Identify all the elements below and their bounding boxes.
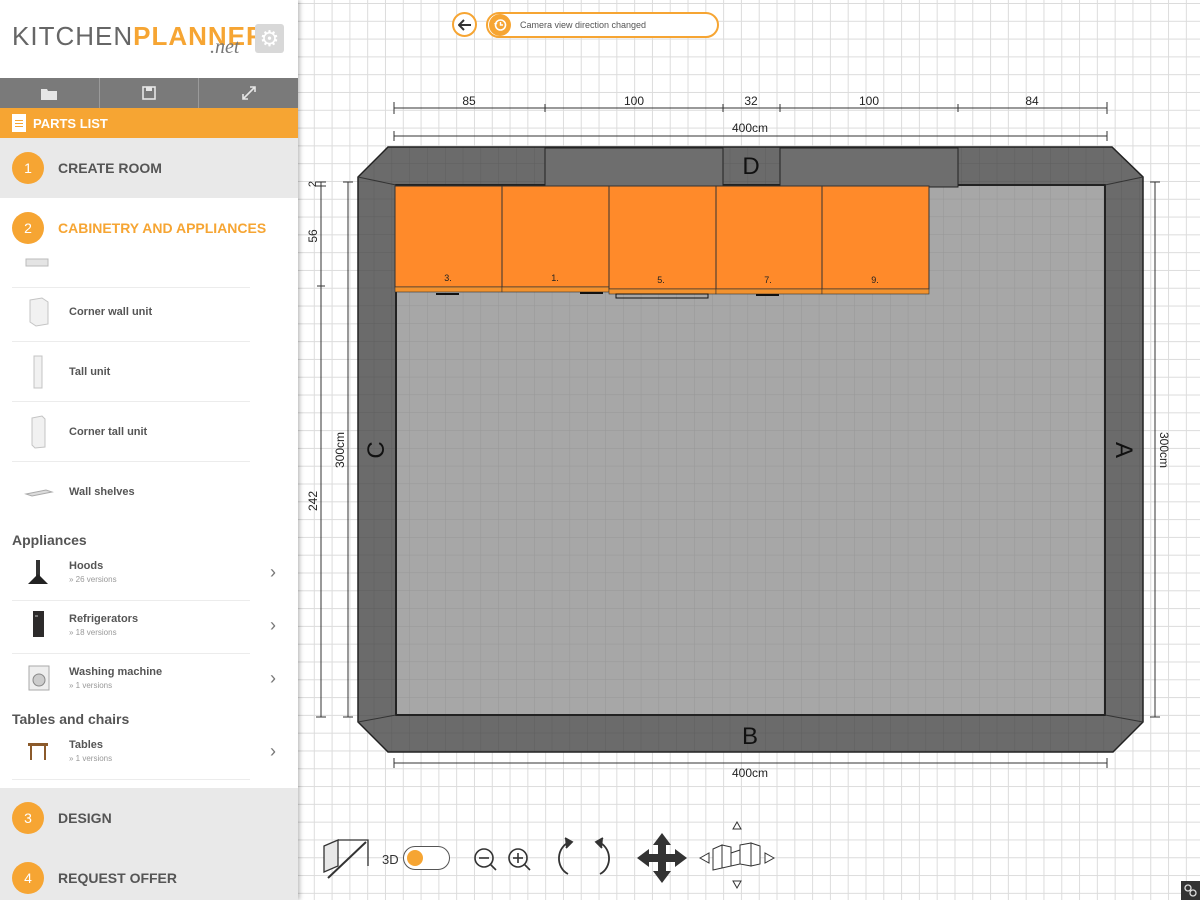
sidebar: KITCHENPLANNER .net ⚙ PARTS LIST 1 CREAT… bbox=[0, 0, 298, 900]
arrow-left-icon bbox=[457, 18, 471, 31]
item-name: Hoods bbox=[69, 560, 104, 572]
corner-wall-unit-icon bbox=[29, 297, 49, 327]
save-icon bbox=[142, 86, 156, 100]
item-name: Refrigerators bbox=[69, 613, 139, 625]
section-heading-appliances: Appliances bbox=[12, 532, 87, 548]
toggle-knob bbox=[407, 850, 423, 866]
step-cabinetry-appliances[interactable]: 2 CABINETRY AND APPLIANCES bbox=[0, 198, 298, 258]
history-icon[interactable] bbox=[489, 14, 511, 36]
step-number: 4 bbox=[12, 862, 44, 894]
sidebar-toolbar bbox=[0, 78, 298, 108]
save-button[interactable] bbox=[100, 78, 200, 108]
step-number: 1 bbox=[12, 152, 44, 184]
parts-list-button[interactable]: PARTS LIST bbox=[0, 108, 298, 138]
refrigerator-icon bbox=[33, 611, 44, 637]
step-request-offer[interactable]: 4 REQUEST OFFER bbox=[0, 848, 298, 900]
step-label: CREATE ROOM bbox=[58, 160, 162, 176]
list-item-refrigerators[interactable]: Refrigerators » 18 versions › bbox=[0, 601, 298, 654]
corner-tall-unit-icon bbox=[31, 415, 46, 449]
list-item-corner-wall-unit[interactable]: Corner wall unit bbox=[0, 282, 298, 342]
tall-unit-icon bbox=[33, 355, 43, 389]
toggle-3d-switch[interactable] bbox=[403, 846, 450, 870]
step-label: REQUEST OFFER bbox=[58, 870, 178, 886]
parts-catalog: Corner wall unit Tall unit Corner tall u… bbox=[0, 258, 298, 788]
folder-icon bbox=[41, 88, 58, 100]
chevron-right-icon[interactable]: › bbox=[270, 741, 276, 762]
undo-back-button[interactable] bbox=[452, 12, 477, 37]
chevron-right-icon[interactable]: › bbox=[270, 562, 276, 583]
chevron-right-icon[interactable]: › bbox=[270, 668, 276, 689]
list-item-tables[interactable]: Tables » 1 versions › bbox=[0, 727, 298, 780]
logo-net: .net bbox=[210, 36, 240, 58]
item-name: Tall unit bbox=[69, 366, 111, 378]
item-versions: » 18 versions bbox=[69, 628, 117, 637]
expand-icon bbox=[241, 86, 256, 100]
step-label: CABINETRY AND APPLIANCES bbox=[58, 220, 267, 236]
item-versions: » 1 versions bbox=[69, 754, 113, 763]
list-item-hoods[interactable]: Hoods » 26 versions › bbox=[0, 548, 298, 601]
list-item-washing-machine[interactable]: Washing machine » 1 versions › bbox=[0, 654, 298, 707]
step-create-room[interactable]: 1 CREATE ROOM bbox=[0, 138, 298, 198]
item-versions: » 26 versions bbox=[69, 575, 117, 584]
item-name: Tables bbox=[69, 739, 104, 751]
settings-gear-icon[interactable]: ⚙ bbox=[255, 24, 284, 53]
toggle-3d-label: 3D bbox=[382, 852, 399, 867]
notification-text: Camera view direction changed bbox=[520, 20, 647, 30]
list-item-tall-unit[interactable]: Tall unit bbox=[0, 342, 298, 402]
open-button[interactable] bbox=[0, 78, 100, 108]
logo: KITCHENPLANNER .net ⚙ bbox=[0, 0, 298, 78]
table-icon bbox=[28, 743, 48, 760]
planner-canvas[interactable] bbox=[298, 0, 1200, 900]
fullscreen-button[interactable] bbox=[199, 78, 298, 108]
parts-list-label: PARTS LIST bbox=[33, 115, 108, 131]
hood-icon bbox=[28, 560, 48, 584]
item-versions: » 1 versions bbox=[69, 681, 113, 690]
notification-bar: Camera view direction changed bbox=[486, 12, 719, 38]
link-icon bbox=[1184, 884, 1197, 897]
item-name: Corner tall unit bbox=[69, 426, 148, 438]
item-name: Corner wall unit bbox=[69, 306, 153, 318]
step-number: 3 bbox=[12, 802, 44, 834]
section-heading-tables: Tables and chairs bbox=[12, 711, 130, 727]
wall-shelves-icon bbox=[24, 489, 54, 497]
item-name: Wall shelves bbox=[69, 486, 135, 498]
list-item-corner-tall-unit[interactable]: Corner tall unit bbox=[0, 402, 298, 462]
list-item-wall-shelves[interactable]: Wall shelves bbox=[0, 462, 298, 522]
corner-tool-button[interactable] bbox=[1181, 881, 1200, 900]
step-number: 2 bbox=[12, 212, 44, 244]
document-icon bbox=[12, 114, 26, 132]
chevron-right-icon[interactable]: › bbox=[270, 615, 276, 636]
step-design[interactable]: 3 DESIGN bbox=[0, 788, 298, 848]
item-name: Washing machine bbox=[69, 666, 163, 678]
washing-machine-icon bbox=[28, 665, 50, 691]
step-label: DESIGN bbox=[58, 810, 112, 826]
